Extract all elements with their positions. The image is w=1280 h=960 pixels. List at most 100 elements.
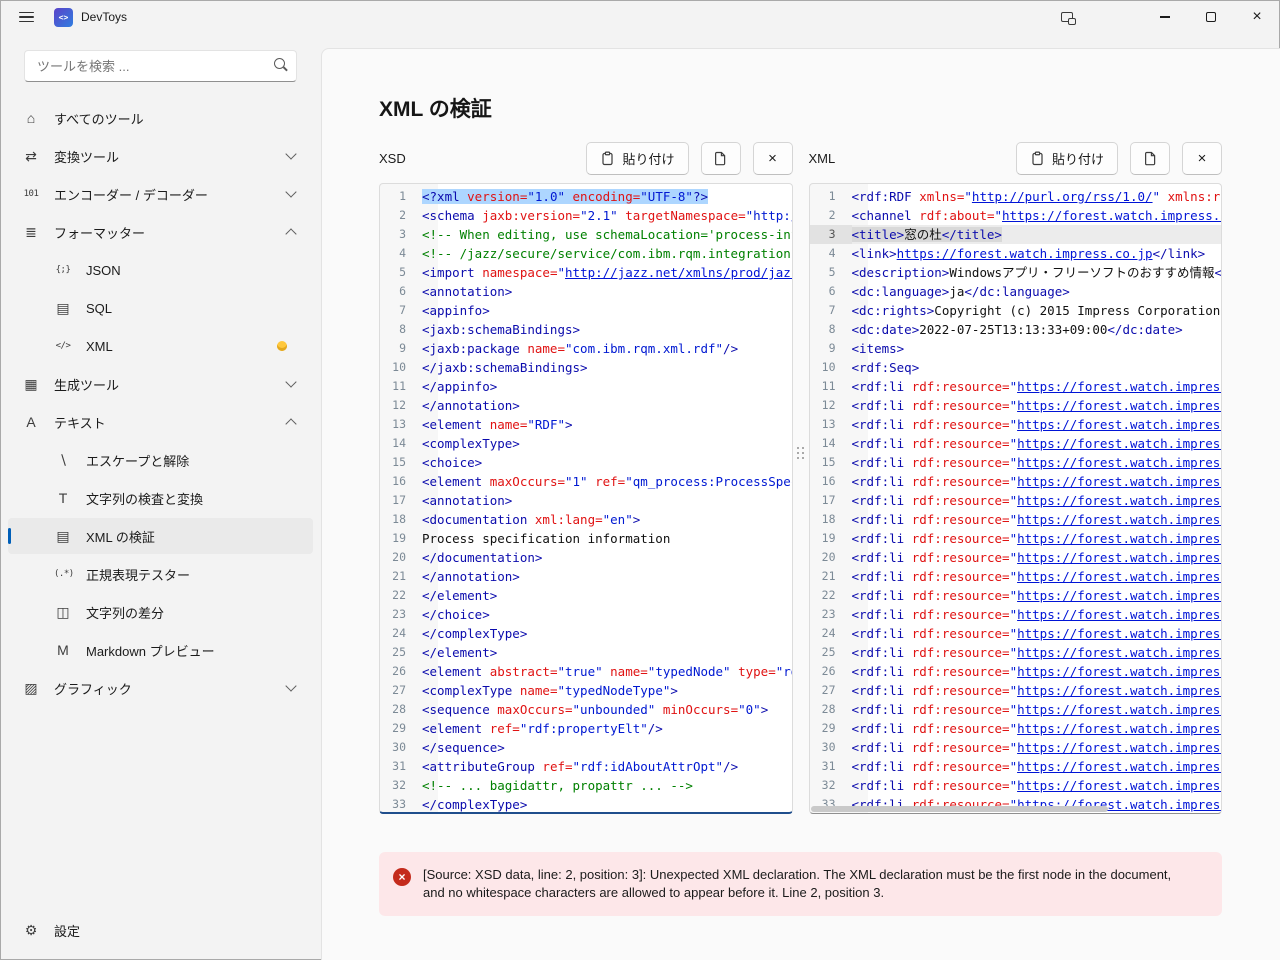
code-line: 11 <rdf:li rdf:resource="https://forest.w… xyxy=(821,379,1221,394)
code-line: 24 <rdf:li rdf:resource="https://forest.w… xyxy=(821,626,1221,641)
sidebar-item-all-tools[interactable]: ⌂ すべてのツール xyxy=(8,100,313,136)
sidebar-item-markdown[interactable]: M Markdown プレビュー xyxy=(8,632,313,668)
code-line: 10 <rdf:Seq> xyxy=(821,360,920,375)
sidebar-item-xml-validator[interactable]: ▤ XML の検証 xyxy=(8,518,313,554)
search-input[interactable] xyxy=(25,58,270,74)
maximize-button[interactable] xyxy=(1188,0,1234,34)
code-line: 12 </annotation> xyxy=(392,398,520,413)
sidebar-item-graphic[interactable]: ▨ グラフィック xyxy=(8,670,313,706)
code-line: 19 Process specification information xyxy=(392,531,671,546)
sidebar-item-settings[interactable]: ⚙ 設定 xyxy=(8,912,313,948)
xml-clear-button[interactable]: × xyxy=(1182,142,1222,175)
chevron-down-icon xyxy=(285,186,297,198)
xml-validator-icon: ▤ xyxy=(56,527,70,544)
clear-icon: × xyxy=(768,150,777,167)
minimize-button[interactable] xyxy=(1142,0,1188,34)
sidebar-item-inspect[interactable]: T 文字列の検査と変換 xyxy=(8,480,313,516)
code-line: 24 </complexType> xyxy=(392,626,528,641)
formatter-icon: ≣ xyxy=(25,223,37,240)
code-line: 8 <jaxb:schemaBindings> xyxy=(399,322,581,337)
search-icon[interactable] xyxy=(270,56,296,76)
clear-icon: × xyxy=(1197,150,1207,167)
sidebar-item-text[interactable]: A テキスト xyxy=(8,404,313,440)
home-icon: ⌂ xyxy=(26,110,36,126)
markdown-icon: M xyxy=(57,642,69,658)
error-message: [Source: XSD data, line: 2, position: 3]… xyxy=(423,867,1172,900)
code-line: 14 <rdf:li rdf:resource="https://forest.w… xyxy=(821,436,1221,451)
sidebar-item-sql[interactable]: ▤ SQL xyxy=(8,290,313,326)
xml-code-editor[interactable]: 1 <rdf:RDF xmlns="http://purl.org/rss/1.0… xyxy=(808,183,1222,814)
maximize-icon xyxy=(1206,12,1216,22)
sidebar-item-converters[interactable]: ⇄ 変換ツール xyxy=(8,138,313,174)
code-line: 4 <!-- /jazz/secure/service/com.ibm.rqm.i… xyxy=(399,246,791,261)
json-icon: {;} xyxy=(55,265,71,275)
code-line: 23 <rdf:li rdf:resource="https://forest.w… xyxy=(821,607,1221,622)
code-line: 27 <rdf:li rdf:resource="https://forest.w… xyxy=(821,683,1221,698)
xml-paste-button[interactable]: 貼り付け xyxy=(1015,142,1118,175)
gear-icon: ⚙ xyxy=(24,921,38,938)
compact-overlay-button[interactable] xyxy=(1050,2,1084,32)
code-line: 2 <channel rdf:about="https://forest.watc… xyxy=(828,208,1221,223)
minimize-icon xyxy=(1160,16,1170,18)
sidebar-item-generators[interactable]: ▦ 生成ツール xyxy=(8,366,313,402)
escape-icon: ∖ xyxy=(58,451,68,468)
panel-splitter[interactable] xyxy=(796,447,804,459)
code-line: 29 <element ref="rdf:propertyElt"/> xyxy=(392,721,663,736)
xml-panel: XML 貼り付け × 1 <rdf:RDF xmlns="http://purl… xyxy=(808,141,1222,814)
diff-icon: ◫ xyxy=(56,603,70,620)
generator-icon: ▦ xyxy=(24,375,38,392)
code-line: 32 <rdf:li rdf:resource="https://forest.w… xyxy=(821,778,1221,793)
clipboard-icon xyxy=(602,151,614,166)
sidebar-item-escape[interactable]: ∖ エスケープと解除 xyxy=(8,442,313,478)
code-line: 7 <appinfo> xyxy=(399,303,490,318)
code-line: 17 <annotation> xyxy=(392,493,513,508)
chevron-up-icon xyxy=(285,228,297,240)
horizontal-scrollbar[interactable] xyxy=(810,806,1109,812)
code-line: 11 </appinfo> xyxy=(392,379,498,394)
code-line: 21 <rdf:li rdf:resource="https://forest.w… xyxy=(821,569,1221,584)
xsd-panel-label: XSD xyxy=(379,151,406,166)
code-line: 4 <link>https://forest.watch.impress.co.j… xyxy=(828,246,1206,261)
xsd-clear-button[interactable]: × xyxy=(752,142,793,175)
code-line: 21 </annotation> xyxy=(392,569,520,584)
devtoys-window: <> DevToys × ⌂ すべてのツール ⇄ 変換ツール 101 エンコーダ… xyxy=(0,0,1280,960)
sidebar-item-encoders[interactable]: 101 エンコーダー / デコーダー xyxy=(8,176,313,212)
code-line: 14 <complexType> xyxy=(392,436,520,451)
code-line: 1 <?xml version="1.0" encoding="UTF-8"?> xyxy=(399,189,709,204)
sidebar-item-xml[interactable]: </> XML xyxy=(8,328,313,364)
code-line: 9 <items> xyxy=(828,341,905,356)
code-line: 31 <attributeGroup ref="rdf:idAboutAttrOp… xyxy=(392,759,739,774)
hamburger-menu-button[interactable] xyxy=(6,2,46,32)
code-line: 20 <rdf:li rdf:resource="https://forest.w… xyxy=(821,550,1221,565)
code-line: 16 <rdf:li rdf:resource="https://forest.w… xyxy=(821,474,1221,489)
sidebar-item-diff[interactable]: ◫ 文字列の差分 xyxy=(8,594,313,630)
code-line: 26 <rdf:li rdf:resource="https://forest.w… xyxy=(821,664,1221,679)
xsd-open-file-button[interactable] xyxy=(700,142,741,175)
code-line: 25 </element> xyxy=(392,645,498,660)
clipboard-icon xyxy=(1032,151,1043,166)
code-line: 33 </complexType> xyxy=(392,797,528,812)
chevron-down-icon xyxy=(285,148,297,160)
xml-open-file-button[interactable] xyxy=(1130,142,1170,175)
code-line: 10 </jaxb:schemaBindings> xyxy=(392,360,588,375)
titlebar: <> DevToys × xyxy=(0,0,1280,34)
sidebar-item-formatters[interactable]: ≣ フォーマッター xyxy=(8,214,313,250)
sql-icon: ▤ xyxy=(56,299,70,316)
selection-indicator xyxy=(8,528,11,544)
code-line: 22 <rdf:li rdf:resource="https://forest.w… xyxy=(821,588,1221,603)
file-icon xyxy=(1144,151,1155,166)
code-line: 30 <rdf:li rdf:resource="https://forest.w… xyxy=(821,740,1221,755)
code-line: 31 <rdf:li rdf:resource="https://forest.w… xyxy=(821,759,1221,774)
sidebar-item-json[interactable]: {;} JSON xyxy=(8,252,313,288)
code-line: 25 <rdf:li rdf:resource="https://forest.w… xyxy=(821,645,1221,660)
code-line: 32 <!-- ... bagidattr, propattr ... --> xyxy=(392,778,693,793)
code-line: 23 </choice> xyxy=(392,607,490,622)
xsd-paste-button[interactable]: 貼り付け xyxy=(586,142,689,175)
sidebar-item-regex[interactable]: (.*) 正規表現テスター xyxy=(8,556,313,592)
regex-icon: (.*) xyxy=(54,569,74,579)
sidebar: ⌂ すべてのツール ⇄ 変換ツール 101 エンコーダー / デコーダー ≣ フ… xyxy=(0,34,321,960)
xml-icon: </> xyxy=(55,341,71,351)
close-button[interactable]: × xyxy=(1234,0,1280,34)
xsd-code-editor[interactable]: 1 <?xml version="1.0" encoding="UTF-8"?> 2… xyxy=(379,183,793,814)
code-line: 30 </sequence> xyxy=(392,740,505,755)
